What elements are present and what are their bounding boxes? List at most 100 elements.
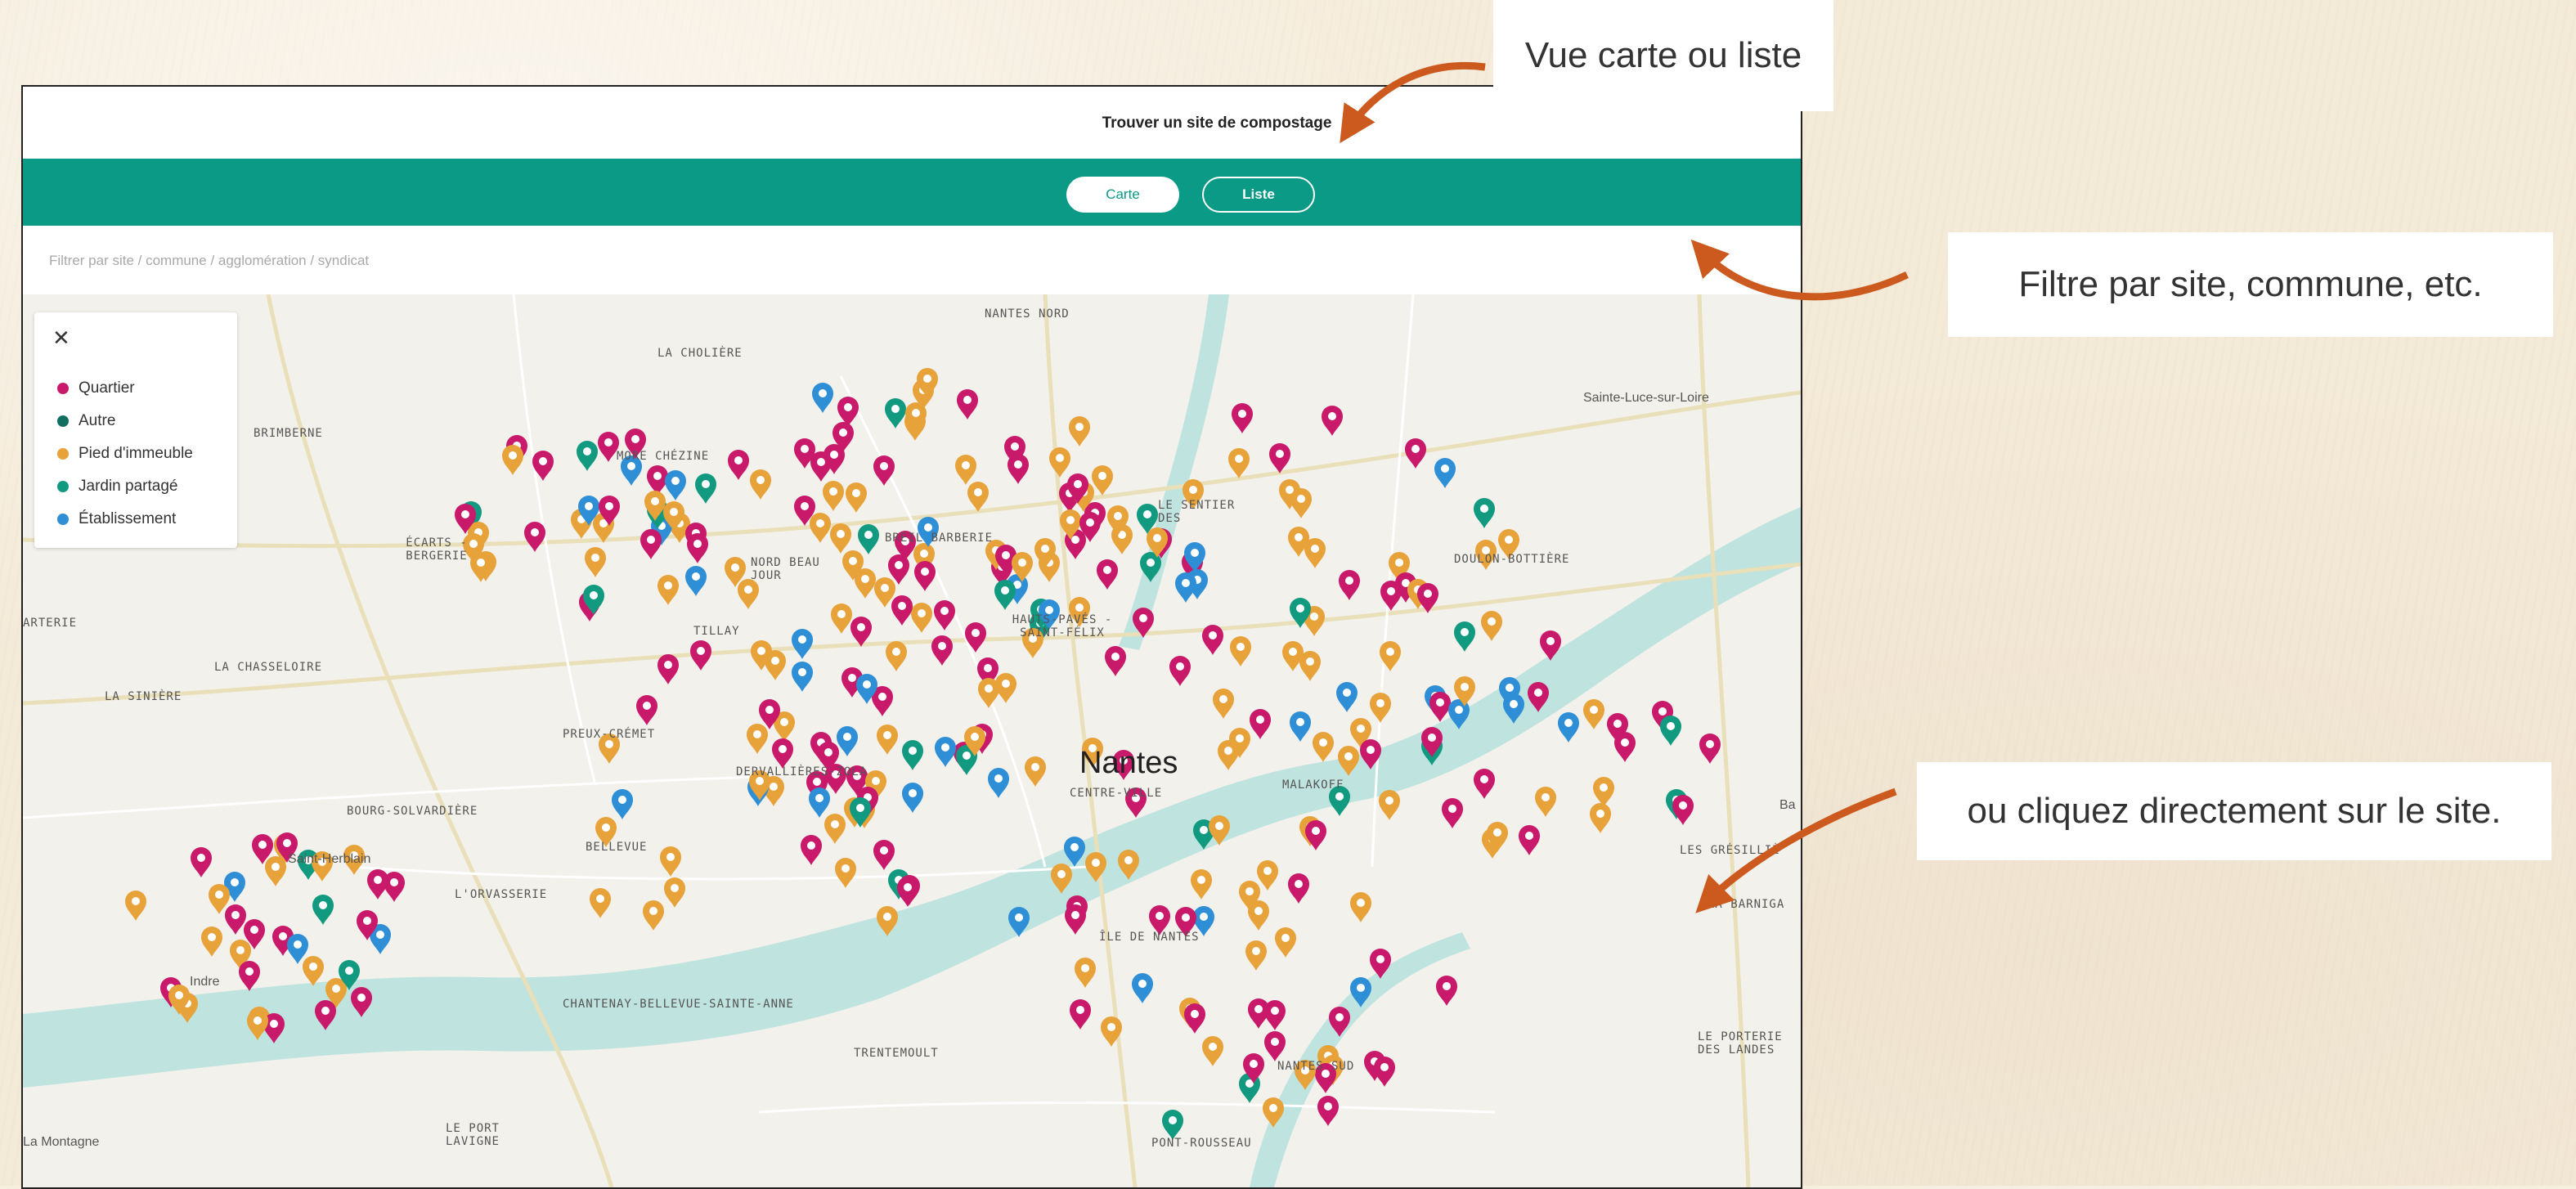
map-area[interactable]: ✕ Quartier Autre Pied d'immeuble Jardin …	[23, 294, 1801, 1187]
site-marker[interactable]	[978, 678, 999, 708]
site-marker[interactable]	[1290, 711, 1311, 742]
site-marker[interactable]	[824, 814, 846, 844]
list-view-button[interactable]: Liste	[1202, 177, 1315, 213]
site-marker[interactable]	[886, 641, 907, 671]
site-marker[interactable]	[835, 858, 856, 888]
site-marker[interactable]	[846, 482, 867, 513]
site-marker[interactable]	[1097, 559, 1118, 590]
site-marker[interactable]	[665, 470, 686, 500]
site-marker[interactable]	[1175, 572, 1196, 603]
site-marker[interactable]	[873, 840, 895, 870]
site-marker[interactable]	[801, 835, 822, 865]
site-marker[interactable]	[1132, 973, 1153, 1003]
site-marker[interactable]	[1250, 709, 1271, 739]
site-marker[interactable]	[1049, 447, 1070, 478]
legend-close-icon[interactable]: ✕	[52, 325, 70, 351]
site-marker[interactable]	[1070, 999, 1091, 1030]
legend-item-quartier[interactable]: Quartier	[57, 376, 135, 401]
site-marker[interactable]	[191, 847, 212, 877]
site-marker[interactable]	[1162, 1110, 1183, 1140]
site-marker[interactable]	[287, 934, 308, 964]
site-marker[interactable]	[1519, 825, 1540, 855]
map-view-button[interactable]: Carte	[1066, 177, 1179, 213]
site-marker[interactable]	[636, 695, 657, 725]
site-marker[interactable]	[1069, 416, 1090, 446]
site-marker[interactable]	[1614, 732, 1636, 762]
site-marker[interactable]	[585, 547, 606, 577]
site-marker[interactable]	[747, 724, 768, 754]
site-marker[interactable]	[1699, 734, 1721, 764]
site-marker[interactable]	[1593, 777, 1614, 807]
site-marker[interactable]	[1248, 998, 1269, 1029]
site-marker[interactable]	[1290, 488, 1312, 518]
site-marker[interactable]	[1202, 1036, 1223, 1066]
site-marker[interactable]	[902, 740, 923, 770]
site-marker[interactable]	[1169, 656, 1191, 686]
site-marker[interactable]	[201, 927, 222, 957]
site-marker[interactable]	[1374, 1057, 1395, 1087]
legend-item-pied-immeuble[interactable]: Pied d'immeuble	[57, 442, 193, 466]
site-marker[interactable]	[792, 662, 813, 692]
site-marker[interactable]	[1405, 438, 1426, 469]
site-marker[interactable]	[1269, 443, 1290, 473]
site-marker[interactable]	[1336, 682, 1358, 712]
site-marker[interactable]	[810, 513, 831, 543]
site-marker[interactable]	[524, 522, 545, 552]
site-marker[interactable]	[470, 552, 491, 582]
site-marker[interactable]	[1275, 927, 1296, 958]
site-marker[interactable]	[1474, 498, 1495, 528]
site-marker[interactable]	[1429, 692, 1451, 722]
site-marker[interactable]	[1305, 820, 1326, 850]
legend-item-etablissement[interactable]: Établissement	[57, 507, 176, 532]
site-marker[interactable]	[1025, 756, 1046, 787]
site-marker[interactable]	[831, 603, 852, 634]
site-marker[interactable]	[858, 524, 879, 554]
legend-item-autre[interactable]: Autre	[57, 409, 115, 433]
site-marker[interactable]	[1299, 651, 1321, 681]
site-marker[interactable]	[902, 783, 923, 813]
site-marker[interactable]	[728, 450, 749, 480]
site-marker[interactable]	[239, 961, 260, 991]
site-marker[interactable]	[877, 725, 898, 755]
site-marker[interactable]	[823, 481, 844, 511]
site-marker[interactable]	[1434, 458, 1456, 488]
site-marker[interactable]	[657, 575, 679, 605]
site-marker[interactable]	[957, 389, 978, 420]
site-marker[interactable]	[911, 603, 932, 633]
site-marker[interactable]	[1065, 904, 1086, 935]
site-marker[interactable]	[1672, 795, 1694, 825]
site-marker[interactable]	[1660, 716, 1681, 746]
site-marker[interactable]	[830, 523, 851, 554]
site-marker[interactable]	[1481, 611, 1502, 641]
site-marker[interactable]	[1288, 873, 1309, 904]
site-marker[interactable]	[765, 650, 786, 680]
site-marker[interactable]	[809, 787, 830, 818]
site-marker[interactable]	[690, 640, 711, 671]
site-marker[interactable]	[590, 888, 611, 918]
site-marker[interactable]	[1075, 958, 1096, 988]
site-marker[interactable]	[1313, 732, 1334, 762]
site-marker[interactable]	[1228, 448, 1250, 478]
site-marker[interactable]	[1590, 803, 1611, 833]
site-marker[interactable]	[657, 654, 679, 684]
site-marker[interactable]	[1264, 1031, 1286, 1061]
site-marker[interactable]	[125, 891, 146, 921]
site-marker[interactable]	[934, 600, 955, 630]
site-marker[interactable]	[1304, 538, 1326, 568]
site-marker[interactable]	[750, 469, 771, 500]
site-marker[interactable]	[988, 768, 1009, 798]
site-marker[interactable]	[897, 877, 918, 907]
site-marker[interactable]	[643, 900, 664, 931]
site-marker[interactable]	[1380, 581, 1402, 611]
filter-input[interactable]	[47, 244, 1523, 278]
site-marker[interactable]	[664, 877, 685, 908]
site-marker[interactable]	[1370, 693, 1391, 723]
site-marker[interactable]	[1322, 406, 1343, 436]
site-marker[interactable]	[695, 473, 716, 504]
site-marker[interactable]	[312, 895, 334, 925]
site-marker[interactable]	[885, 398, 906, 428]
site-marker[interactable]	[303, 956, 324, 986]
site-marker[interactable]	[855, 568, 876, 599]
site-marker[interactable]	[772, 738, 793, 769]
site-marker[interactable]	[1202, 625, 1223, 655]
